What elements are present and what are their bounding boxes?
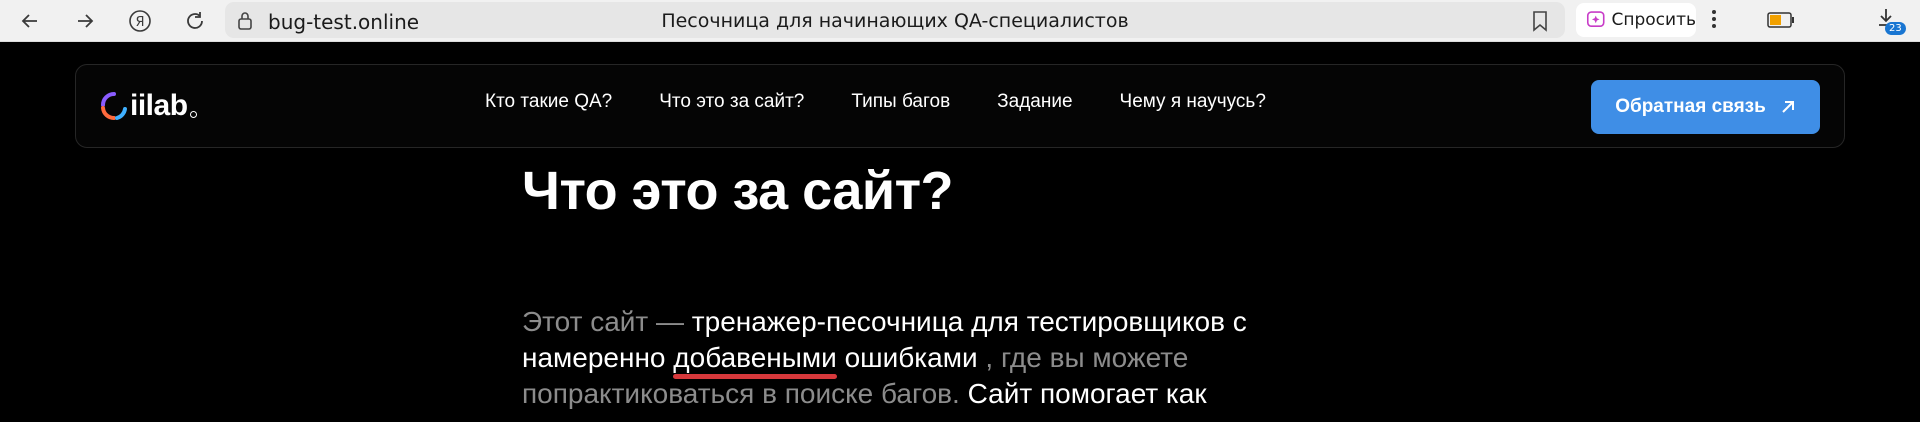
bookmark-icon[interactable] bbox=[1531, 10, 1549, 32]
para-highlight-2: ошибками bbox=[844, 342, 978, 373]
reload-button[interactable] bbox=[180, 6, 210, 36]
back-button[interactable] bbox=[15, 6, 45, 36]
ask-label: Спросить bbox=[1611, 10, 1697, 30]
para-underlined: добавеными bbox=[673, 342, 837, 373]
forward-button[interactable] bbox=[70, 6, 100, 36]
reload-icon bbox=[187, 12, 203, 29]
nav-item-who-is-qa[interactable]: Кто такие QA? bbox=[485, 91, 612, 113]
para-muted-1: Этот сайт — bbox=[522, 306, 685, 337]
para-highlight-3: Сайт помогает как bbox=[967, 378, 1207, 409]
yandex-button[interactable]: Я bbox=[125, 6, 155, 36]
nav-item-task[interactable]: Задание bbox=[997, 91, 1072, 113]
feedback-button[interactable]: Обратная связь bbox=[1591, 80, 1820, 134]
logo-text: iilab bbox=[130, 89, 188, 122]
ask-button[interactable]: Спросить bbox=[1576, 3, 1696, 37]
browser-toolbar: Я bug-test.online Песочница для начинающ… bbox=[0, 0, 1920, 42]
sparkle-chat-icon bbox=[1586, 11, 1605, 28]
logo-mark-icon bbox=[101, 92, 127, 121]
yandex-icon: Я bbox=[129, 10, 151, 32]
more-menu-icon[interactable] bbox=[1710, 8, 1718, 30]
arrow-up-right-icon bbox=[1782, 101, 1794, 113]
nav-item-what-will-i-learn[interactable]: Чему я научусь? bbox=[1120, 91, 1266, 113]
logo[interactable]: iilab bbox=[100, 89, 197, 123]
arrow-left-icon bbox=[21, 14, 37, 28]
section-heading: Что это за сайт? bbox=[522, 161, 954, 221]
downloads-badge: 23 bbox=[1885, 22, 1906, 35]
feedback-label: Обратная связь bbox=[1615, 96, 1766, 117]
nav-item-about-site[interactable]: Что это за сайт? bbox=[659, 91, 804, 113]
registered-icon bbox=[189, 110, 197, 118]
arrow-right-icon bbox=[78, 14, 94, 28]
nav-item-bug-types[interactable]: Типы багов bbox=[851, 91, 950, 113]
intro-paragraph: Этот сайт — тренажер-песочница для тести… bbox=[522, 304, 1362, 412]
page-title: Песочница для начинающих QA-специалистов bbox=[661, 10, 1129, 32]
svg-text:Я: Я bbox=[135, 15, 144, 30]
main-nav: Кто такие QA? Что это за сайт? Типы баго… bbox=[485, 91, 1266, 113]
battery-icon bbox=[1767, 12, 1794, 28]
address-bar[interactable]: bug-test.online Песочница для начинающих… bbox=[225, 2, 1565, 38]
site-header: iilab Кто такие QA? Что это за сайт? Тип… bbox=[75, 64, 1845, 148]
